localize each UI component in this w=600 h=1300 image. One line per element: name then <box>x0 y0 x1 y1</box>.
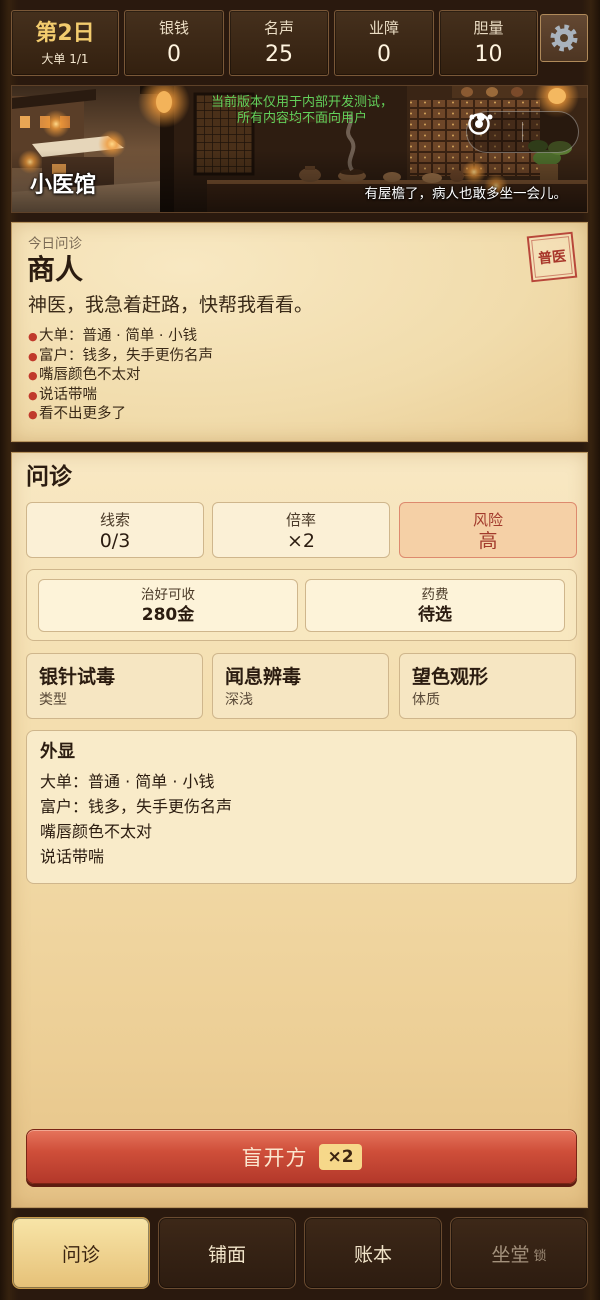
silver-needle-test-button[interactable]: 银针试毒 类型 <box>26 653 203 719</box>
tab-label: 铺面 <box>207 1243 246 1266</box>
action-subtitle: 类型 <box>39 692 67 708</box>
target-circle-icon <box>468 113 490 135</box>
appearance-line: 说话带喘 <box>40 847 105 866</box>
stamp-text: 普医 <box>537 248 567 268</box>
trait-text: 大单：普通 · 简单 · 小钱 <box>39 328 198 344</box>
tab-clinic-locked[interactable]: 坐堂 锁 <box>450 1217 588 1289</box>
blind-prescribe-button[interactable]: 盲开方 ×2 <box>26 1129 577 1184</box>
stat-reputation: 名声 25 <box>229 10 329 76</box>
multiplier-badge: ×2 <box>319 1143 362 1170</box>
appearance-lines: 大单：普通 · 简单 · 小钱 富户：钱多，失手更伤名声 嘴唇颜色不太对 说话带… <box>40 769 232 869</box>
gear-icon <box>550 24 578 52</box>
patient-card: 今日问诊 商人 神医，我急着赶路，快帮我看看。 ● 大单：普通 · 简单 · 小钱… <box>11 222 588 442</box>
tab-shop[interactable]: 铺面 <box>158 1217 296 1289</box>
appearance-line: 嘴唇颜色不太对 <box>40 822 153 841</box>
appearance-line: 富户：钱多，失手更伤名声 <box>40 797 233 816</box>
trait-text: 看不出更多了 <box>39 406 126 422</box>
action-subtitle: 深浅 <box>225 692 253 708</box>
stat-label: 业障 <box>368 19 399 37</box>
metric-risk: 风险 高 <box>399 502 577 558</box>
pay-value: 待选 <box>418 605 452 625</box>
trait-text: 说话带喘 <box>39 386 97 403</box>
stat-courage: 胆量 10 <box>439 10 538 76</box>
bullet-dot-icon: ● <box>28 330 38 343</box>
stat-value: 10 <box>474 42 503 67</box>
doctor-rank-stamp: 普医 <box>526 231 578 283</box>
trait-item: ● 大单：普通 · 简单 · 小钱 <box>28 327 213 347</box>
action-title: 闻息辨毒 <box>225 666 302 688</box>
metric-clues: 线索 0/3 <box>26 502 204 558</box>
metric-label: 线索 <box>99 511 130 529</box>
stat-label: 胆量 <box>473 19 504 37</box>
metric-label: 风险 <box>472 511 503 529</box>
lock-label: 锁 <box>533 1249 547 1264</box>
medicine-fee-selector[interactable]: 药费 待选 <box>305 579 565 632</box>
trait-item: ● 看不出更多了 <box>28 405 213 425</box>
pay-label: 治好可收 <box>141 587 195 603</box>
bullet-dot-icon: ● <box>28 349 38 363</box>
stat-karma: 业障 0 <box>334 10 434 76</box>
appearance-title: 外显 <box>40 742 75 762</box>
action-subtitle: 体质 <box>412 692 440 708</box>
metric-value: 高 <box>478 530 498 552</box>
trait-text: 富户：钱多，失手更伤名声 <box>39 347 213 364</box>
cure-reward: 治好可收 280金 <box>38 579 298 632</box>
stat-label: 名声 <box>263 19 294 37</box>
metric-multiplier: 倍率 ×2 <box>212 502 390 558</box>
dev-notice-line: 当前版本仅用于内部开发测试， <box>210 95 393 110</box>
tab-label: 问诊 <box>61 1243 100 1266</box>
pay-value: 280金 <box>141 605 195 625</box>
stat-silver: 银钱 0 <box>124 10 224 76</box>
tab-label: 账本 <box>353 1243 392 1266</box>
banner-caption: 有屋檐了，病人也敢多坐一会儿。 <box>364 186 568 202</box>
trait-item: ● 富户：钱多，失手更伤名声 <box>28 347 213 367</box>
patient-traits: ● 大单：普通 · 简单 · 小钱 ● 富户：钱多，失手更伤名声 ● 嘴唇颜色不太对 … <box>28 327 213 425</box>
tab-ledger[interactable]: 账本 <box>304 1217 442 1289</box>
patient-subtitle: 今日问诊 <box>28 236 82 252</box>
close-miniprogram-button[interactable] <box>468 112 578 152</box>
patient-name: 商人 <box>27 253 84 286</box>
order-progress: 大单 1/1 <box>41 52 89 66</box>
bullet-dot-icon: ● <box>28 369 38 382</box>
smell-test-button[interactable]: 闻息辨毒 深浅 <box>212 653 389 719</box>
dev-notice-line: 所有内容均不面向用户 <box>236 111 367 126</box>
bullet-dot-icon: ● <box>28 388 38 402</box>
consult-title: 问诊 <box>26 464 72 490</box>
stat-value: 0 <box>167 42 181 67</box>
appearance-box: 外显 大单：普通 · 简单 · 小钱 富户：钱多，失手更伤名声 嘴唇颜色不太对 … <box>26 730 577 884</box>
day-counter: 第2日 大单 1/1 <box>11 10 119 76</box>
dev-notice: 当前版本仅用于内部开发测试， 所有内容均不面向用户 <box>152 95 452 127</box>
observe-test-button[interactable]: 望色观形 体质 <box>399 653 576 719</box>
action-title: 望色观形 <box>412 666 489 688</box>
stat-value: 25 <box>265 42 293 67</box>
settings-button[interactable] <box>540 14 588 62</box>
bullet-dot-icon: ● <box>28 408 38 421</box>
trait-text: 嘴唇颜色不太对 <box>39 367 141 383</box>
shop-banner: 当前版本仅用于内部开发测试， 所有内容均不面向用户 小医馆 有屋檐了，病人也敢多… <box>11 85 588 213</box>
stat-value: 0 <box>377 42 391 67</box>
metric-value: ×2 <box>286 530 315 552</box>
shop-name: 小医馆 <box>30 173 97 198</box>
tab-consult[interactable]: 问诊 <box>12 1217 150 1289</box>
consult-panel: 问诊 线索 0/3 倍率 ×2 风险 高 治好可收 280金 药费 待选 银针试… <box>11 452 588 1208</box>
metric-value: 0/3 <box>99 530 131 552</box>
day-label: 第2日 <box>35 21 95 46</box>
payment-group: 治好可收 280金 药费 待选 <box>26 569 577 641</box>
trait-item: ● 嘴唇颜色不太对 <box>28 366 213 386</box>
prescribe-label: 盲开方 <box>241 1145 308 1170</box>
trait-item: ● 说话带喘 <box>28 386 213 406</box>
stat-label: 银钱 <box>158 19 189 37</box>
patient-quote: 神医，我急着赶路，快帮我看看。 <box>28 294 314 316</box>
metric-label: 倍率 <box>285 511 316 529</box>
appearance-line: 大单：普通 · 简单 · 小钱 <box>40 772 215 791</box>
action-title: 银针试毒 <box>39 666 116 688</box>
miniprogram-capsule <box>466 111 579 153</box>
pay-label: 药费 <box>421 587 449 603</box>
tab-label: 坐堂 <box>491 1243 530 1266</box>
